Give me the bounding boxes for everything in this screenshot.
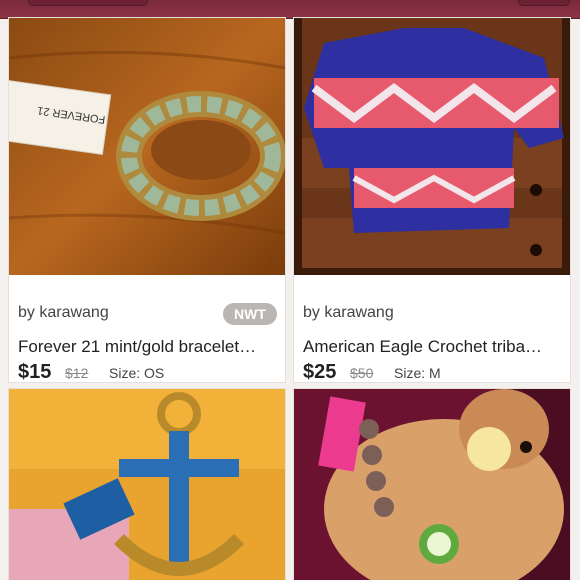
listing-photo[interactable] — [9, 389, 285, 580]
listing-card[interactable]: FOREVER 21 by karawang NWT Forever 21 mi… — [9, 18, 285, 383]
original-price: $50 — [350, 365, 374, 381]
top-nav-bar — [0, 0, 580, 19]
seller-name[interactable]: by karawang — [303, 304, 394, 322]
listing-title[interactable]: Forever 21 mint/gold bracelet… — [18, 337, 280, 357]
nwt-badge: NWT — [223, 303, 277, 325]
listing-photo[interactable]: FOREVER 21 — [9, 18, 285, 275]
necklace-photo — [294, 389, 570, 580]
right-nav-button[interactable] — [518, 0, 570, 6]
anchor-photo — [9, 389, 285, 580]
seller-name[interactable]: by karawang — [18, 304, 109, 322]
listing-title[interactable]: American Eagle Crochet triba… — [303, 337, 565, 357]
listing-card[interactable] — [9, 389, 285, 580]
sweater-photo — [294, 18, 570, 275]
listing-photo[interactable] — [294, 18, 570, 275]
left-nav-button[interactable] — [28, 0, 148, 6]
listing-price: $25 — [303, 361, 337, 383]
bracelet-photo: FOREVER 21 — [9, 18, 285, 275]
listing-size: Size: OS — [109, 365, 165, 381]
listing-size: Size: M — [394, 365, 441, 381]
original-price: $12 — [65, 365, 89, 381]
listing-photo[interactable] — [294, 389, 570, 580]
listing-card[interactable]: by karawang American Eagle Crochet triba… — [294, 18, 570, 383]
listing-price: $15 — [18, 361, 52, 383]
listing-card[interactable] — [294, 389, 570, 580]
